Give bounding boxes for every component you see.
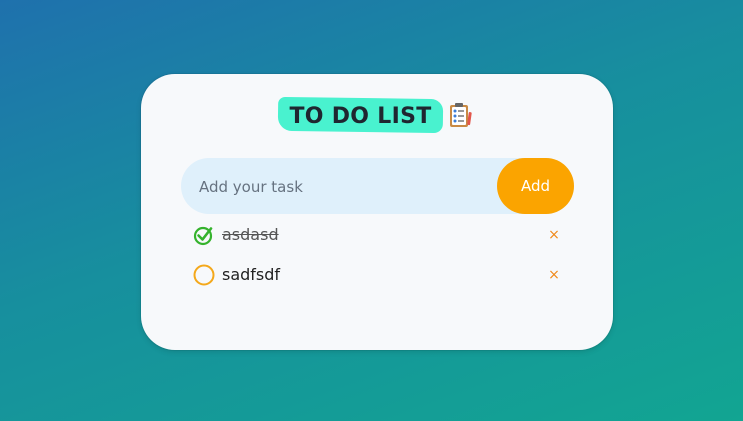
remove-task-icon[interactable]: × <box>547 223 561 247</box>
task-input[interactable] <box>197 158 491 216</box>
unchecked-circle-icon[interactable] <box>193 264 215 286</box>
task-text[interactable]: sadfsdf <box>222 263 280 287</box>
app-header: TO DO LIST <box>141 96 613 137</box>
todo-card: TO DO LIST Add asdasd × sadfsdf × <box>141 74 613 350</box>
remove-task-icon[interactable]: × <box>547 263 561 287</box>
checked-circle-icon[interactable] <box>193 224 215 246</box>
task-text[interactable]: asdasd <box>222 223 279 247</box>
task-item[interactable]: sadfsdf × <box>193 263 563 287</box>
clipboard-icon <box>450 103 472 127</box>
add-task-row: Add <box>181 158 574 216</box>
add-button[interactable]: Add <box>497 158 574 214</box>
task-item[interactable]: asdasd × <box>193 223 563 247</box>
app-title: TO DO LIST <box>289 104 432 129</box>
